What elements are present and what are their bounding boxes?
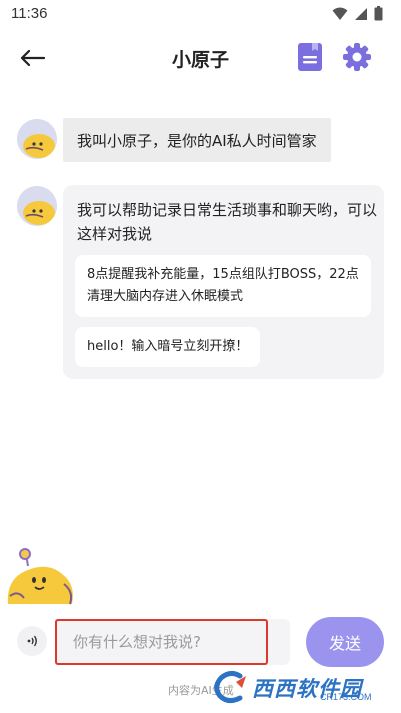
mascot[interactable]: [4, 548, 78, 608]
battery-icon: [374, 6, 383, 21]
voice-button[interactable]: [17, 626, 47, 656]
chat-input[interactable]: [73, 619, 263, 665]
voice-icon: [27, 635, 37, 647]
assistant-message: 我可以帮助记录日常生活琐事和聊天哟，可以这样对我说 8点提醒我补充能量，15点组…: [63, 185, 384, 379]
suggestion-chip[interactable]: hello！输入暗号立刻开撩！: [75, 327, 261, 367]
send-button[interactable]: 发送: [306, 617, 384, 667]
signal-icon: [355, 7, 367, 20]
watermark-url: CR173.COM: [320, 692, 372, 702]
assistant-avatar: [17, 186, 57, 226]
assistant-message: 我叫小原子，是你的AI私人时间管家: [63, 118, 331, 162]
watermark: 西西软件园 CR173.COM: [210, 668, 396, 708]
message-text: 我叫小原子，是你的AI私人时间管家: [77, 131, 317, 150]
header: 小原子: [0, 36, 401, 80]
wifi-icon: [332, 7, 348, 20]
message-text: 我可以帮助记录日常生活琐事和聊天哟，可以这样对我说: [77, 201, 378, 243]
settings-button[interactable]: [342, 42, 374, 74]
watermark-logo-icon: [214, 670, 246, 704]
mascot-icon: [7, 548, 73, 605]
suggestion-chip[interactable]: 8点提醒我补充能量，15点组队打BOSS，22点清理大脑内存进入休眠模式: [75, 255, 371, 317]
gear-icon: [343, 43, 371, 71]
mascot-avatar-icon: [17, 186, 57, 226]
status-time: 11:36: [11, 5, 48, 22]
status-bar: 11:36: [0, 0, 401, 28]
chat-input-container: [55, 619, 290, 665]
mascot-avatar-icon: [17, 119, 57, 159]
page-title: 小原子: [171, 49, 229, 71]
assistant-avatar: [17, 119, 57, 159]
note-icon: [298, 43, 322, 71]
notes-button[interactable]: [296, 42, 326, 74]
status-icons: [332, 6, 383, 21]
